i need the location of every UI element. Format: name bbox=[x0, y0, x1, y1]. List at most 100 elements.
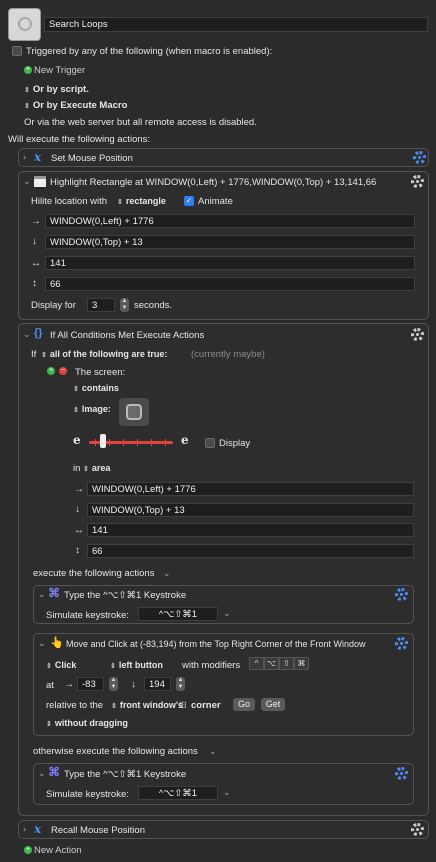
simulate-label: Simulate keystroke: bbox=[46, 610, 129, 621]
new-trigger-link[interactable]: New Trigger bbox=[34, 65, 85, 76]
add-condition-icon[interactable]: + bbox=[47, 367, 55, 375]
execute-chevron-icon[interactable]: ⌄ bbox=[163, 568, 171, 579]
disclosure-chevron-icon[interactable]: ⌄ bbox=[38, 768, 46, 779]
or-by-execute-macro[interactable]: ⇕ Or by Execute Macro bbox=[24, 100, 127, 111]
corner-label: corner bbox=[191, 700, 221, 711]
corner-icon: ◳ bbox=[179, 700, 187, 709]
macro-name-field[interactable]: Search Loops bbox=[44, 17, 428, 32]
disclosure-chevron-icon[interactable]: ⌄ bbox=[23, 329, 31, 340]
action-recall-mouse-position[interactable]: › x Recall Mouse Position bbox=[18, 820, 429, 839]
arrow-right-icon: → bbox=[74, 484, 84, 495]
display-for-label: Display for bbox=[31, 300, 76, 311]
area-left-field[interactable]: WINDOW(0,Left) + 1776 bbox=[87, 482, 414, 496]
mouse-pointer-icon: 👆 bbox=[50, 637, 64, 649]
width-field[interactable]: 141 bbox=[45, 256, 415, 270]
keystroke-chevron-icon[interactable]: ⌄ bbox=[223, 787, 231, 798]
web-server-note: Or via the web server but all remote acc… bbox=[24, 117, 257, 128]
action-set-mouse-position[interactable]: › x Set Mouse Position bbox=[18, 148, 429, 167]
disclosure-chevron-icon[interactable]: › bbox=[23, 152, 26, 162]
keystroke-field[interactable]: ^⌥⇧⌘1 bbox=[138, 607, 218, 621]
will-execute-label: Will execute the following actions: bbox=[8, 134, 151, 145]
gear-icon[interactable] bbox=[395, 767, 408, 780]
modifier-control[interactable]: ^ bbox=[249, 657, 264, 670]
x-stepper[interactable]: ▲ ▼ bbox=[109, 677, 118, 691]
fuzz-high-icon: e bbox=[181, 433, 189, 447]
action-title: Highlight Rectangle at WINDOW(0,Left) + … bbox=[50, 177, 377, 188]
height-field[interactable]: 66 bbox=[45, 277, 415, 291]
y-stepper[interactable]: ▲ ▼ bbox=[176, 677, 185, 691]
otherwise-chevron-icon[interactable]: ⌄ bbox=[209, 746, 217, 757]
modifier-option[interactable]: ⌥ bbox=[264, 657, 279, 670]
button-popup[interactable]: ⇕ left button bbox=[110, 660, 163, 670]
popup-arrows-icon: ⇕ bbox=[46, 663, 52, 670]
if-label: If bbox=[31, 349, 37, 360]
area-popup[interactable]: ⇕ area bbox=[83, 463, 110, 473]
command-key-icon: ⌘ bbox=[48, 765, 60, 779]
popup-arrows-icon: ⇕ bbox=[46, 721, 52, 728]
or-by-script[interactable]: ⇕ Or by script. bbox=[24, 84, 89, 95]
image-popup[interactable]: ⇕ Image: bbox=[73, 404, 111, 414]
modifier-command[interactable]: ⌘ bbox=[294, 657, 309, 670]
get-button[interactable]: Get bbox=[261, 698, 285, 711]
add-action-icon[interactable]: + bbox=[24, 846, 32, 854]
action-title: Type the ^⌥⇧⌘1 Keystroke bbox=[64, 590, 187, 601]
macro-icon[interactable] bbox=[8, 8, 41, 41]
y-field[interactable]: 194 bbox=[144, 677, 171, 691]
popup-arrows-icon: ⇕ bbox=[117, 199, 123, 206]
triggered-checkbox[interactable] bbox=[12, 46, 22, 56]
keystroke-chevron-icon[interactable]: ⌄ bbox=[223, 608, 231, 619]
contains-popup[interactable]: ⇕ contains bbox=[73, 383, 119, 393]
window-icon bbox=[34, 176, 46, 187]
gear-icon[interactable] bbox=[411, 823, 424, 836]
area-top-field[interactable]: WINDOW(0,Top) + 13 bbox=[87, 503, 414, 517]
hilite-popup[interactable]: ⇕ rectangle bbox=[117, 196, 166, 206]
currently-status: (currently maybe) bbox=[191, 349, 265, 360]
display-label: Display bbox=[219, 438, 251, 449]
area-height-field[interactable]: 66 bbox=[87, 544, 414, 558]
animate-checkbox[interactable]: ✓ bbox=[184, 196, 194, 206]
image-well[interactable] bbox=[119, 398, 149, 426]
remove-condition-icon[interactable]: − bbox=[59, 367, 67, 375]
x-field[interactable]: -83 bbox=[77, 677, 104, 691]
seconds-field[interactable]: 3 bbox=[87, 298, 115, 312]
seconds-stepper[interactable]: ▲ ▼ bbox=[120, 298, 129, 312]
gear-icon[interactable] bbox=[411, 175, 424, 188]
modifier-shift[interactable]: ⇧ bbox=[279, 657, 294, 670]
arrow-horizontal-icon: ↔ bbox=[74, 525, 84, 536]
popup-arrows-icon: ⇕ bbox=[110, 663, 116, 670]
gear-icon[interactable] bbox=[395, 588, 408, 601]
action-highlight-rectangle[interactable]: ⌄ Highlight Rectangle at WINDOW(0,Left) … bbox=[18, 171, 429, 320]
gear-icon[interactable] bbox=[395, 637, 408, 650]
action-title: Set Mouse Position bbox=[51, 153, 133, 164]
action-title: Type the ^⌥⇧⌘1 Keystroke bbox=[64, 769, 187, 780]
top-field[interactable]: WINDOW(0,Top) + 13 bbox=[45, 235, 415, 249]
display-checkbox[interactable] bbox=[205, 438, 215, 448]
keystroke-field[interactable]: ^⌥⇧⌘1 bbox=[138, 786, 218, 800]
new-action-link[interactable]: New Action bbox=[34, 845, 82, 856]
simulate-label: Simulate keystroke: bbox=[46, 789, 129, 800]
disclosure-chevron-icon[interactable]: › bbox=[23, 824, 26, 834]
go-button[interactable]: Go bbox=[233, 698, 255, 711]
disclosure-chevron-icon[interactable]: ⌄ bbox=[23, 176, 31, 187]
dragging-popup[interactable]: ⇕ without dragging bbox=[46, 718, 128, 728]
area-width-field[interactable]: 141 bbox=[87, 523, 414, 537]
action-if-all-conditions[interactable]: ⌄ {} If All Conditions Met Execute Actio… bbox=[18, 323, 429, 816]
action-type-keystroke-1[interactable]: ⌄ ⌘ Type the ^⌥⇧⌘1 Keystroke Simulate ke… bbox=[33, 585, 414, 624]
left-field[interactable]: WINDOW(0,Left) + 1776 bbox=[45, 214, 415, 228]
action-move-and-click[interactable]: ⌄ 👆 Move and Click at (-83,194) from the… bbox=[33, 633, 414, 736]
click-popup[interactable]: ⇕ Click bbox=[46, 660, 76, 670]
hilite-label: Hilite location with bbox=[31, 196, 108, 207]
gear-icon[interactable] bbox=[413, 151, 426, 164]
add-trigger-icon[interactable]: + bbox=[24, 66, 32, 74]
screen-label: The screen: bbox=[75, 367, 126, 378]
gear-icon[interactable] bbox=[411, 328, 424, 341]
loop-icon bbox=[18, 17, 32, 31]
disclosure-chevron-icon[interactable]: ⌄ bbox=[38, 638, 46, 649]
popup-arrows-icon: ⇕ bbox=[73, 386, 79, 393]
disclosure-chevron-icon[interactable]: ⌄ bbox=[38, 589, 46, 600]
seconds-label: seconds. bbox=[134, 300, 173, 311]
slider-knob[interactable] bbox=[100, 434, 106, 448]
all-following-popup[interactable]: ⇕ all of the following are true: bbox=[41, 349, 167, 359]
action-type-keystroke-2[interactable]: ⌄ ⌘ Type the ^⌥⇧⌘1 Keystroke Simulate ke… bbox=[33, 763, 414, 805]
front-window-popup[interactable]: ⇕ front window's bbox=[111, 700, 183, 710]
